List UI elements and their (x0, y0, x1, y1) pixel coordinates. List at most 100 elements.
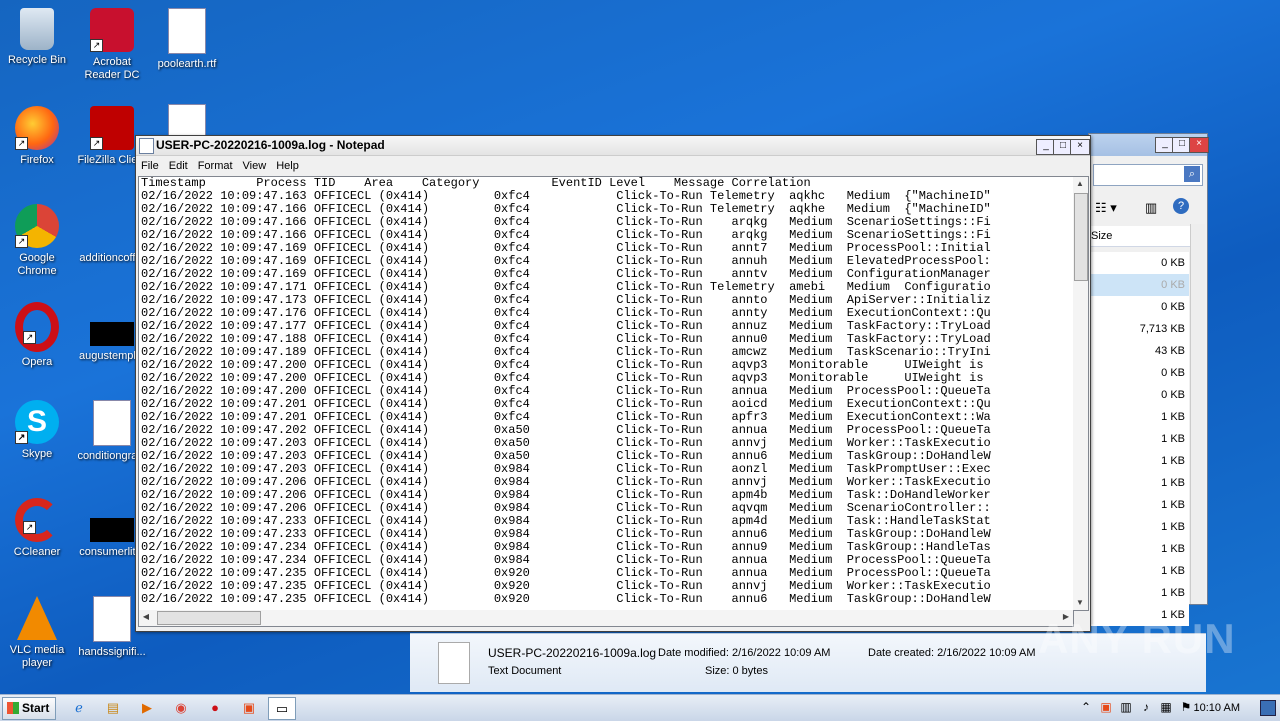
desktop-icon-vlc[interactable]: VLC media player (0, 596, 74, 670)
explorer-window[interactable]: _ □ × ⌕ ☷ ▾ ▥ ? Size 0 KB 0 KB 0 KB 7,71… (1088, 133, 1209, 626)
clock[interactable]: 10:10 AM (1194, 695, 1240, 721)
size-cell: 1 KB (1089, 494, 1189, 516)
details-date-created: Date created: 2/16/2022 10:09 AM (868, 647, 1036, 659)
close-button[interactable]: × (1070, 139, 1090, 155)
size-column-header[interactable]: Size (1089, 226, 1191, 247)
show-hidden-icons-icon[interactable]: ⌃ (1078, 699, 1094, 715)
menu-bar: File Edit Format View Help (136, 156, 1090, 174)
size-column: 0 KB 0 KB 0 KB 7,713 KB 43 KB 0 KB 0 KB … (1089, 252, 1189, 626)
close-button[interactable]: × (1189, 137, 1209, 153)
anyrun-watermark: ANY RUN (1038, 615, 1236, 662)
show-desktop-button[interactable] (1260, 700, 1276, 716)
start-button[interactable]: Start (2, 697, 56, 720)
firefox-icon: ↗ (15, 106, 59, 150)
details-date-modified: Date modified: 2/16/2022 10:09 AM (658, 647, 831, 659)
scroll-down-arrow[interactable]: ▼ (1073, 596, 1087, 610)
menu-edit[interactable]: Edit (164, 160, 193, 172)
preview-pane-icon[interactable]: ▥ (1145, 200, 1157, 216)
desktop-icon-label: Recycle Bin (7, 54, 67, 66)
ccleaner-icon: ↗ (15, 498, 59, 542)
file-icon (90, 204, 134, 248)
word-doc-icon (168, 8, 206, 54)
help-icon[interactable]: ? (1173, 198, 1189, 214)
size-cell: 0 KB (1089, 296, 1189, 318)
log-line: 02/16/2022 10:09:47.235 OFFICECL (0x414)… (141, 592, 991, 606)
file-icon (90, 518, 134, 542)
size-cell: 1 KB (1089, 516, 1189, 538)
size-cell: 7,713 KB (1089, 318, 1189, 340)
taskbar: Start ℯ ▤ ▶ ◉ ● ▣ ▭ ⌃ ▣ ▥ ♪ ▦ ⚑ 10:10 AM (0, 694, 1280, 721)
scroll-left-arrow[interactable]: ◀ (139, 610, 153, 624)
office-tray-icon[interactable]: ▣ (1098, 699, 1114, 715)
size-cell: 0 KB (1089, 384, 1189, 406)
view-options-icon[interactable]: ☷ ▾ (1095, 200, 1117, 216)
desktop-icon-label: poolearth.rtf (157, 58, 217, 70)
explorer-scrollbar[interactable] (1190, 224, 1205, 604)
desktop-icon-ccleaner[interactable]: ↗ CCleaner (0, 498, 74, 559)
text-document-icon (438, 642, 470, 684)
desktop-icon-acrobat[interactable]: ↗ Acrobat Reader DC (75, 8, 149, 82)
size-cell: 1 KB (1089, 472, 1189, 494)
flag-tray-icon[interactable]: ⚑ (1178, 699, 1194, 715)
vertical-scrollbar[interactable]: ▲ ▼ (1073, 176, 1089, 611)
media-player-icon[interactable]: ▶ (134, 697, 160, 718)
desktop-icon-label: Skype (21, 448, 53, 460)
desktop-icon-label: Opera (21, 356, 53, 368)
horizontal-scrollbar[interactable]: ◀ ▶ (138, 610, 1074, 627)
office-icon[interactable]: ▣ (236, 697, 262, 718)
network-status-icon[interactable]: ▦ (1158, 699, 1174, 715)
size-cell: 0 KB (1089, 252, 1189, 274)
desktop-icon-label: CCleaner (13, 546, 61, 558)
file-icon (90, 322, 134, 346)
size-cell: 0 KB (1089, 274, 1189, 296)
scroll-thumb[interactable] (157, 611, 261, 625)
scroll-up-arrow[interactable]: ▲ (1073, 177, 1087, 191)
desktop-icon-skype[interactable]: S ↗ Skype (0, 400, 74, 461)
windows-logo-icon (7, 702, 19, 714)
desktop-icon-opera[interactable]: ↗ Opera (0, 302, 74, 369)
explorer-icon[interactable]: ▤ (100, 697, 126, 718)
notepad-icon (139, 138, 154, 154)
size-cell: 1 KB (1089, 538, 1189, 560)
scroll-thumb[interactable] (1074, 193, 1088, 281)
notepad-titlebar[interactable]: USER-PC-20220216-1009a.log - Notepad _ □… (136, 136, 1090, 156)
desktop-icon-poolearth[interactable]: poolearth.rtf (150, 8, 224, 71)
desktop-icon-label: handssignifi... (78, 646, 146, 658)
speaker-tray-icon[interactable]: ♪ (1138, 699, 1154, 715)
desktop-icon-recycle-bin[interactable]: Recycle Bin (0, 8, 74, 67)
window-title: USER-PC-20220216-1009a.log - Notepad (156, 138, 385, 152)
chrome-icon: ↗ (15, 204, 59, 248)
recycle-bin-icon (20, 8, 54, 50)
chrome-icon[interactable]: ◉ (168, 697, 194, 718)
size-cell: 1 KB (1089, 560, 1189, 582)
desktop-icon-firefox[interactable]: ↗ Firefox (0, 106, 74, 167)
ie-icon[interactable]: ℯ (66, 697, 92, 718)
start-label: Start (22, 701, 50, 715)
desktop-icon-label: Acrobat Reader DC (84, 56, 140, 81)
desktop-icon-label: Firefox (20, 154, 54, 166)
notepad-window[interactable]: USER-PC-20220216-1009a.log - Notepad _ □… (135, 135, 1091, 632)
word-doc-icon (93, 596, 131, 642)
menu-help[interactable]: Help (271, 160, 304, 172)
menu-file[interactable]: File (136, 160, 164, 172)
log-content[interactable]: Timestamp Process TID Area Category Even… (139, 177, 1073, 606)
details-size: Size: 0 bytes (705, 665, 768, 677)
size-cell: 43 KB (1089, 340, 1189, 362)
desktop-icon-label: VLC media player (9, 644, 65, 669)
network-tray-icon[interactable]: ▥ (1118, 699, 1134, 715)
size-cell: 0 KB (1089, 362, 1189, 384)
search-icon[interactable]: ⌕ (1184, 166, 1200, 182)
text-editor[interactable]: Timestamp Process TID Area Category Even… (138, 176, 1074, 611)
opera-icon[interactable]: ● (202, 697, 228, 718)
notepad-taskbar-icon[interactable]: ▭ (268, 697, 296, 720)
menu-view[interactable]: View (238, 160, 272, 172)
menu-format[interactable]: Format (193, 160, 238, 172)
explorer-titlebar[interactable]: _ □ × (1089, 134, 1209, 156)
word-doc-icon (168, 104, 206, 136)
skype-icon: S ↗ (15, 400, 59, 444)
explorer-search-input[interactable]: ⌕ (1093, 164, 1203, 186)
size-cell: 1 KB (1089, 428, 1189, 450)
size-cell: 1 KB (1089, 582, 1189, 604)
desktop-icon-chrome[interactable]: ↗ Google Chrome (0, 204, 74, 278)
details-file-name: USER-PC-20220216-1009a.log (488, 646, 657, 660)
